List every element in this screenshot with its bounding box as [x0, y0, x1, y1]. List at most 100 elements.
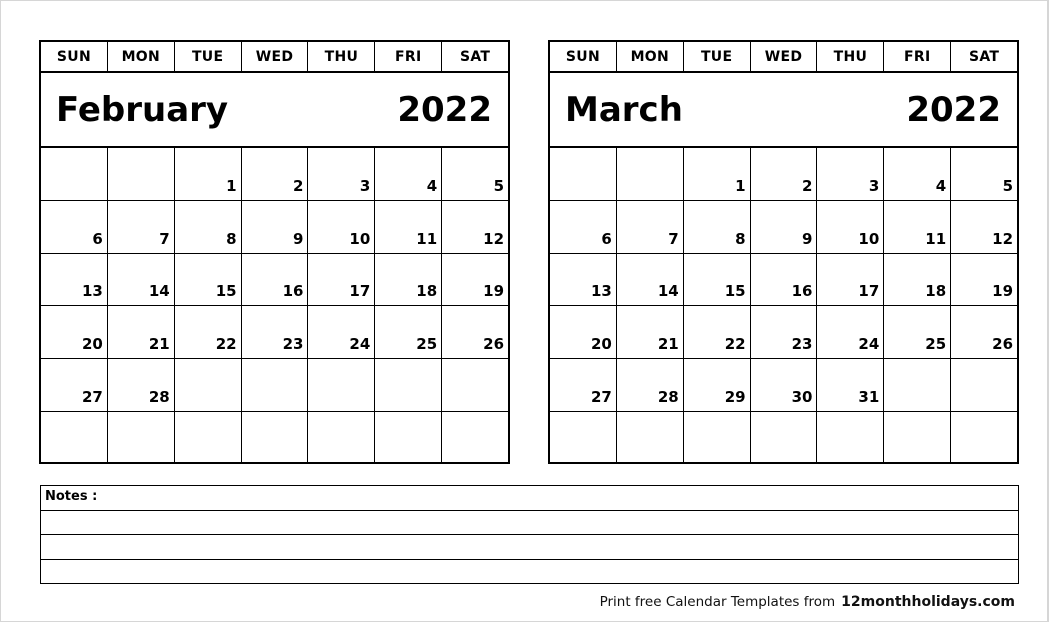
- day-cell[interactable]: 18: [884, 253, 952, 306]
- day-cell[interactable]: 17: [308, 253, 376, 306]
- day-cell[interactable]: 26: [951, 306, 1017, 358]
- day-cell[interactable]: 1: [175, 148, 242, 200]
- day-cell[interactable]: 20: [550, 306, 617, 359]
- day-cell[interactable]: 31: [817, 359, 885, 412]
- day-cell[interactable]: 16: [242, 253, 309, 306]
- year: 2022: [906, 89, 1001, 130]
- day-cell[interactable]: 12: [951, 201, 1017, 253]
- day-cell[interactable]: 4: [375, 148, 443, 200]
- day-cell[interactable]: 6: [550, 200, 617, 253]
- day-cell[interactable]: 5: [442, 148, 508, 200]
- day-cell[interactable]: 22: [175, 306, 242, 359]
- day-cell[interactable]: [684, 412, 751, 464]
- day-cell[interactable]: [41, 148, 108, 200]
- day-cell[interactable]: [884, 412, 952, 464]
- day-cell[interactable]: [175, 412, 242, 464]
- day-cell[interactable]: 11: [884, 200, 952, 253]
- day-cell[interactable]: 26: [442, 306, 508, 358]
- day-number: 2: [802, 176, 813, 195]
- day-cell[interactable]: [550, 412, 617, 464]
- day-cell[interactable]: 10: [308, 200, 376, 253]
- day-cell[interactable]: 24: [308, 306, 376, 359]
- day-cell[interactable]: 28: [617, 359, 684, 412]
- day-cell[interactable]: 23: [242, 306, 309, 359]
- day-cell[interactable]: 9: [242, 200, 309, 253]
- day-cell[interactable]: [108, 148, 175, 200]
- day-cell[interactable]: [442, 412, 508, 464]
- day-cell[interactable]: 13: [550, 253, 617, 306]
- day-cell[interactable]: 11: [375, 200, 443, 253]
- day-cell[interactable]: 1: [684, 148, 751, 200]
- weeks-grid: 1 2 3 4 5 6 7 8 9 10 11 12 13 14 15 16 17 18 19 20 21 22 23 24 2…: [41, 148, 508, 464]
- day-cell[interactable]: 8: [684, 200, 751, 253]
- day-cell[interactable]: 24: [817, 306, 885, 359]
- day-cell[interactable]: 28: [108, 359, 175, 412]
- note-line[interactable]: [41, 560, 1018, 584]
- day-cell[interactable]: [617, 148, 684, 200]
- day-cell[interactable]: [951, 359, 1017, 411]
- day-cell[interactable]: 21: [108, 306, 175, 359]
- day-cell[interactable]: [308, 412, 376, 464]
- day-cell[interactable]: 3: [308, 148, 376, 200]
- day-number: 10: [858, 229, 880, 248]
- day-cell[interactable]: 2: [751, 148, 818, 200]
- day-cell[interactable]: [108, 412, 175, 464]
- day-cell[interactable]: 2: [242, 148, 309, 200]
- day-cell[interactable]: 16: [751, 253, 818, 306]
- day-cell[interactable]: 12: [442, 201, 508, 253]
- day-cell[interactable]: 25: [375, 306, 443, 359]
- day-cell[interactable]: 29: [684, 359, 751, 412]
- day-cell[interactable]: 5: [951, 148, 1017, 200]
- day-cell[interactable]: 10: [817, 200, 885, 253]
- note-line[interactable]: [41, 511, 1018, 535]
- day-cell[interactable]: 8: [175, 200, 242, 253]
- day-cell[interactable]: 19: [442, 254, 508, 306]
- weekday-sat: SAT: [459, 48, 491, 65]
- day-cell[interactable]: [550, 148, 617, 200]
- day-cell[interactable]: [375, 359, 443, 412]
- day-cell[interactable]: [884, 359, 952, 412]
- day-cell[interactable]: 13: [41, 253, 108, 306]
- day-cell[interactable]: [308, 359, 376, 412]
- weekday-wed: WED: [242, 42, 309, 71]
- day-cell[interactable]: [617, 412, 684, 464]
- day-cell[interactable]: 22: [684, 306, 751, 359]
- day-cell[interactable]: [817, 412, 885, 464]
- day-cell[interactable]: [951, 412, 1017, 464]
- day-cell[interactable]: [242, 412, 309, 464]
- day-cell[interactable]: 9: [751, 200, 818, 253]
- day-cell[interactable]: [175, 359, 242, 412]
- day-cell[interactable]: 23: [751, 306, 818, 359]
- day-cell[interactable]: [442, 359, 508, 411]
- day-cell[interactable]: 15: [175, 253, 242, 306]
- day-cell[interactable]: 17: [817, 253, 885, 306]
- day-cell[interactable]: 15: [684, 253, 751, 306]
- note-line[interactable]: Notes :: [41, 486, 1018, 511]
- day-cell[interactable]: 27: [550, 359, 617, 412]
- day-cell[interactable]: 20: [41, 306, 108, 359]
- day-cell[interactable]: [751, 412, 818, 464]
- day-cell[interactable]: 7: [108, 200, 175, 253]
- footer-site-link[interactable]: 12monthholidays.com: [841, 594, 1015, 610]
- note-line[interactable]: [41, 535, 1018, 560]
- day-cell[interactable]: 27: [41, 359, 108, 412]
- day-cell[interactable]: 19: [951, 254, 1017, 306]
- day-number: 30: [791, 388, 813, 407]
- day-cell[interactable]: 4: [884, 148, 952, 200]
- day-cell[interactable]: 25: [884, 306, 952, 359]
- day-cell[interactable]: 18: [375, 253, 443, 306]
- week-row: 6 7 8 9 10 11 12: [41, 200, 508, 254]
- weekday-sun: SUN: [41, 42, 108, 71]
- day-cell[interactable]: 30: [751, 359, 818, 412]
- day-cell[interactable]: 6: [41, 200, 108, 253]
- day-cell[interactable]: [41, 412, 108, 464]
- day-cell[interactable]: 7: [617, 200, 684, 253]
- day-cell[interactable]: 14: [617, 253, 684, 306]
- day-number: 3: [868, 176, 880, 195]
- day-cell[interactable]: 14: [108, 253, 175, 306]
- day-cell[interactable]: 3: [817, 148, 885, 200]
- day-cell[interactable]: [375, 412, 443, 464]
- day-cell[interactable]: [242, 359, 309, 412]
- day-cell[interactable]: 21: [617, 306, 684, 359]
- month-name: March: [565, 89, 683, 130]
